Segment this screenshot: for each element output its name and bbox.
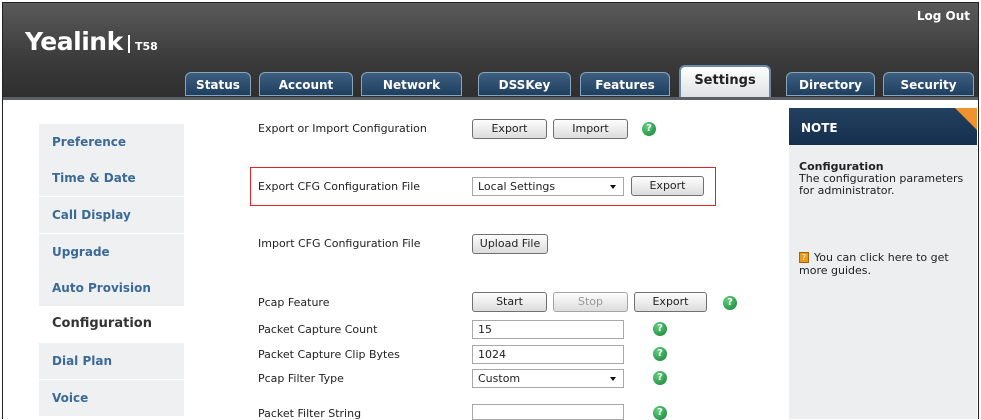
help-icon[interactable]: ? [653, 322, 667, 336]
guide-link[interactable]: You can click here to get [814, 252, 949, 264]
clip-bytes-label: Packet Capture Clip Bytes [258, 348, 400, 361]
brand-logo: Yealink [25, 27, 123, 56]
pcap-feature-label: Pcap Feature [258, 296, 330, 309]
help-icon[interactable]: ? [723, 296, 737, 310]
tab-dsskey[interactable]: DSSKey [478, 72, 571, 96]
upload-file-button[interactable]: Upload File [472, 234, 548, 254]
export-cfg-select[interactable]: Local Settings [472, 177, 624, 196]
export-cfg-label: Export CFG Configuration File [258, 180, 421, 193]
help-icon[interactable]: ? [653, 406, 667, 420]
filter-string-label: Packet Filter String [258, 407, 362, 420]
sidebar-item-preference[interactable]: Preference [39, 124, 184, 160]
export-cfg-button[interactable]: Export [631, 176, 704, 196]
import-cfg-label: Import CFG Configuration File [258, 237, 421, 250]
help-icon[interactable]: ? [653, 371, 667, 385]
tab-directory[interactable]: Directory [786, 72, 875, 96]
note-text-line2: for administrator. [799, 184, 895, 197]
header-bar: Yealink T58 Log Out Status Account Netwo… [3, 3, 978, 100]
import-button[interactable]: Import [553, 119, 628, 139]
sidebar-item-configuration[interactable]: Configuration [39, 306, 184, 342]
tab-settings[interactable]: Settings [679, 65, 771, 98]
capture-count-label: Packet Capture Count [258, 323, 378, 336]
note-heading: NOTE [789, 108, 977, 145]
tab-features[interactable]: Features [580, 72, 670, 96]
chevron-down-icon [610, 185, 616, 189]
clip-bytes-input[interactable]: 1024 [472, 345, 624, 364]
export-cfg-select-value: Local Settings [478, 180, 556, 193]
filter-type-label: Pcap Filter Type [258, 372, 344, 385]
help-icon[interactable]: ? [642, 122, 656, 136]
sidebar-item-time-date[interactable]: Time & Date [39, 160, 184, 196]
tab-status[interactable]: Status [185, 72, 251, 96]
pcap-stop-button[interactable]: Stop [553, 292, 628, 312]
filter-string-input[interactable] [472, 404, 624, 420]
sidebar: Preference Time & Date Call Display Upgr… [23, 108, 185, 419]
export-import-label: Export or Import Configuration [258, 122, 427, 135]
sidebar-item-call-display[interactable]: Call Display [39, 197, 184, 233]
guide-link-line2[interactable]: more guides. [799, 265, 871, 277]
sidebar-item-dial-plan[interactable]: Dial Plan [39, 343, 184, 379]
help-icon[interactable]: ? [653, 347, 667, 361]
tab-security[interactable]: Security [883, 72, 974, 96]
note-panel: NOTE Configuration The configuration par… [789, 108, 977, 419]
filter-type-select-value: Custom [478, 372, 521, 385]
sidebar-item-auto-provision[interactable]: Auto Provision [39, 270, 184, 306]
chevron-down-icon [610, 377, 616, 381]
model-label: T58 [128, 35, 158, 53]
header-divider [3, 97, 978, 100]
filter-type-select[interactable]: Custom [472, 369, 624, 388]
export-button[interactable]: Export [472, 119, 547, 139]
sidebar-item-voice[interactable]: Voice [39, 380, 184, 416]
sidebar-item-upgrade[interactable]: Upgrade [39, 234, 184, 270]
capture-count-input[interactable]: 15 [472, 320, 624, 339]
pcap-start-button[interactable]: Start [472, 292, 547, 312]
guide-icon[interactable]: ? [799, 252, 809, 263]
pcap-export-button[interactable]: Export [634, 292, 707, 312]
tab-account[interactable]: Account [259, 72, 353, 96]
note-corner-flag [955, 108, 977, 130]
tab-network[interactable]: Network [361, 72, 462, 96]
logout-link[interactable]: Log Out [917, 9, 970, 23]
